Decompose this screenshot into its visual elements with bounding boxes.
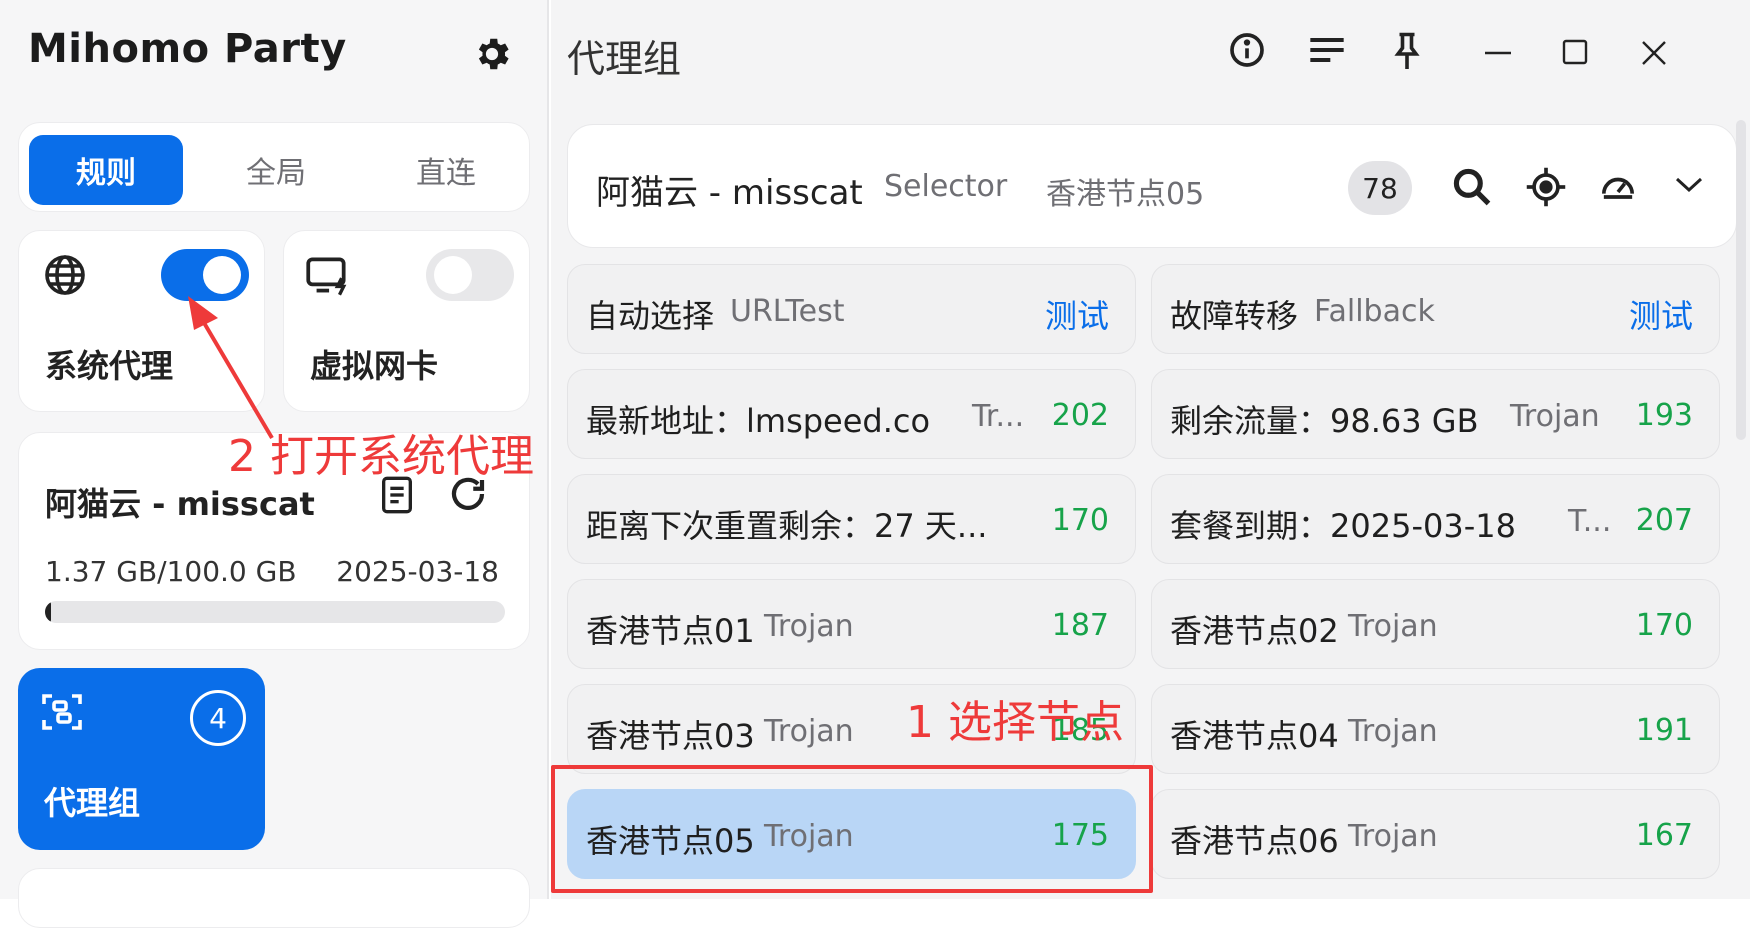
mode-selector: 规则 全局 直连 [18,122,530,212]
proxy-tile[interactable]: 距离下次重置剩余：27 天... 170 [567,474,1136,564]
group-current: 香港节点05 [1046,177,1205,212]
proxy-name: 故障转移 [1170,297,1299,335]
proxy-type: Fallback [1314,294,1435,329]
subscription-usage: 1.37 GB/100.0 GB [45,555,297,588]
proxy-delay[interactable]: 191 [1636,713,1693,748]
proxy-delay[interactable]: 170 [1052,503,1109,538]
proxy-tile[interactable]: 香港节点02 Trojan 170 [1151,579,1720,669]
proxy-group-badge: 4 [190,690,246,746]
proxy-type: URLTest [730,294,845,329]
proxy-type: Trojan [1348,819,1438,854]
proxy-name: 香港节点02 [1170,612,1339,650]
proxy-type: Trojan [764,609,854,644]
proxy-tile[interactable]: 香港节点01 Trojan 187 [567,579,1136,669]
app-title: Mihomo Party [28,26,347,72]
next-card [18,868,530,928]
minimize-icon[interactable] [1483,50,1513,56]
proxy-delay[interactable]: 202 [1052,398,1109,433]
close-icon[interactable] [1639,38,1669,68]
scan-icon [42,694,82,730]
network-card-icon [306,257,347,296]
proxy-type: Tr... [972,399,1025,434]
mode-tab-global[interactable]: 全局 [199,135,353,205]
scrollbar[interactable] [1736,120,1746,440]
proxy-name: 套餐到期：2025-03-18 [1170,507,1516,545]
globe-icon [45,255,85,295]
proxy-tile[interactable]: 故障转移 Fallback 测试 [1151,264,1720,354]
proxy-tile[interactable]: 最新地址：lmspeed.co Tr... 202 [567,369,1136,459]
locate-icon[interactable] [1524,165,1568,209]
system-proxy-label: 系统代理 [45,347,174,385]
proxy-tile[interactable]: 剩余流量：98.63 GB Trojan 193 [1151,369,1720,459]
group-type: Selector [884,169,1008,204]
proxy-type: T... [1568,504,1612,539]
annotation-select-node: 1 选择节点 [906,697,1124,748]
tun-label: 虚拟网卡 [310,347,439,385]
proxy-delay[interactable]: 207 [1636,503,1693,538]
proxy-name: 自动选择 [586,297,715,335]
proxy-name: 香港节点06 [1170,822,1339,860]
annotation-highlight-box [551,765,1153,893]
proxy-name: 剩余流量：98.63 GB [1170,402,1479,440]
proxy-delay[interactable]: 187 [1052,608,1109,643]
gear-icon [478,38,509,70]
menu-lines-icon[interactable] [1307,32,1347,68]
search-icon[interactable] [1450,165,1494,209]
mode-tab-direct[interactable]: 直连 [369,135,523,205]
proxy-test-button[interactable]: 测试 [1045,291,1109,337]
settings-button[interactable] [468,30,516,78]
proxy-count-badge: 78 [1348,161,1412,215]
tun-tile[interactable]: 虚拟网卡 [283,230,530,412]
proxy-type: Trojan [1510,399,1600,434]
proxy-name: 距离下次重置剩余：27 天... [586,507,988,545]
chevron-down-icon[interactable] [1672,173,1706,197]
page-title: 代理组 [567,37,682,81]
proxy-name: 香港节点03 [586,717,755,755]
usage-progress-fill [45,601,52,623]
proxy-test-button[interactable]: 测试 [1629,291,1693,337]
proxy-group-header[interactable]: 阿猫云 - misscat Selector 香港节点05 78 [567,124,1737,248]
maximize-icon[interactable] [1561,38,1589,66]
proxy-tile[interactable]: 套餐到期：2025-03-18 T... 207 [1151,474,1720,564]
proxy-name: 香港节点04 [1170,717,1339,755]
mode-tab-rule[interactable]: 规则 [29,135,183,205]
proxy-name: 香港节点01 [586,612,755,650]
info-icon[interactable] [1227,30,1267,70]
proxy-name: 最新地址：lmspeed.co [586,402,931,440]
proxy-type: Trojan [1348,714,1438,749]
annotation-open-system-proxy: 2 打开系统代理 [228,431,534,482]
subscription-name: 阿猫云 - misscat [45,485,315,523]
proxy-tile[interactable]: 香港节点04 Trojan 191 [1151,684,1720,774]
proxy-group-label: 代理组 [44,784,141,822]
tun-toggle[interactable] [426,249,514,301]
proxy-delay[interactable]: 193 [1636,398,1693,433]
toggle-knob [203,256,241,294]
speedometer-icon[interactable] [1598,167,1638,207]
proxy-group-tile[interactable]: 4 代理组 [18,668,265,850]
group-name: 阿猫云 - misscat [596,173,863,213]
pin-icon[interactable] [1389,30,1425,72]
usage-progress-bar [45,601,505,623]
proxy-type: Trojan [1348,609,1438,644]
proxy-tile[interactable]: 自动选择 URLTest 测试 [567,264,1136,354]
proxy-tile[interactable]: 香港节点06 Trojan 167 [1151,789,1720,879]
proxy-delay[interactable]: 167 [1636,818,1693,853]
proxy-delay[interactable]: 170 [1636,608,1693,643]
proxy-type: Trojan [764,714,854,749]
subscription-expire: 2025-03-18 [336,555,499,588]
toggle-knob [434,256,472,294]
